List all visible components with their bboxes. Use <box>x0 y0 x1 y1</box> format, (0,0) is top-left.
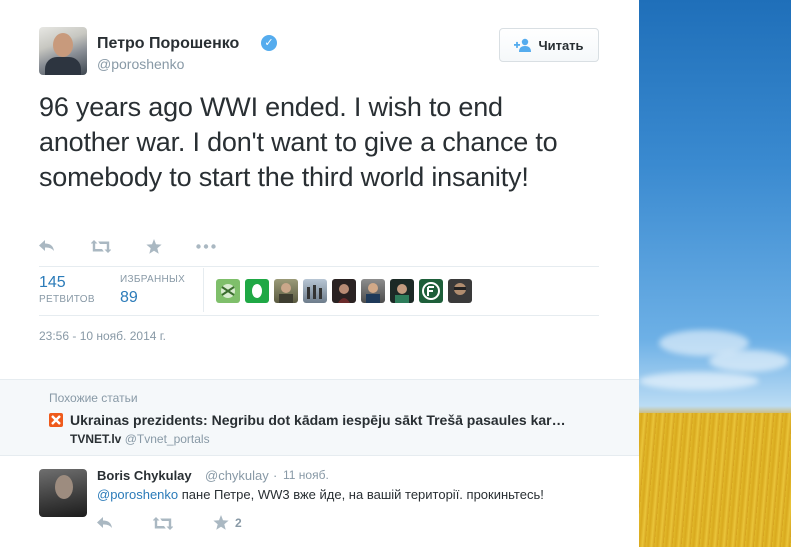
author-name[interactable]: Петро Порошенко <box>97 35 239 53</box>
favoriter-avatar[interactable] <box>448 279 472 303</box>
tweet-timestamp[interactable]: 23:56 - 10 нояб. 2014 г. <box>39 329 166 343</box>
cloud <box>639 372 759 390</box>
tweet-panel: Петро Порошенко ✓ @poroshenko Читать 96 … <box>0 0 639 547</box>
favoriter-avatar[interactable] <box>332 279 356 303</box>
reply-separator: · <box>273 468 278 483</box>
avatar-face <box>53 33 73 57</box>
cloud <box>709 350 789 372</box>
related-source-handle: @Tvnet_portals <box>124 432 210 446</box>
reply-text: @poroshenko пане Петре, WW3 вже йде, на … <box>97 487 544 502</box>
reply-time[interactable]: 11 нояб. <box>283 468 329 482</box>
favoriter-avatar[interactable] <box>419 279 443 303</box>
avatar-face <box>55 475 73 499</box>
related-source-site: TVNET.lv <box>70 432 122 446</box>
reply-favorite-count[interactable]: 2 <box>235 516 242 530</box>
favorite-icon[interactable] <box>213 515 229 530</box>
reply-author-avatar[interactable] <box>39 469 87 517</box>
add-user-icon <box>514 38 532 52</box>
related-article-title[interactable]: Ukrainas prezidents: Negribu dot kādam i… <box>70 412 566 428</box>
favorite-count[interactable]: 89 <box>120 289 138 307</box>
favorite-icon[interactable] <box>146 238 196 254</box>
favoriter-avatar[interactable] <box>274 279 298 303</box>
divider <box>39 266 599 267</box>
more-icon[interactable] <box>196 243 216 249</box>
favoriter-avatar[interactable] <box>245 279 269 303</box>
favorite-label[interactable]: ИЗБРАННЫХ <box>120 274 185 285</box>
related-article-source[interactable]: TVNET.lv @Tvnet_portals <box>70 432 210 446</box>
favoriter-avatar[interactable] <box>361 279 385 303</box>
favoriter-avatar[interactable] <box>216 279 240 303</box>
tvnet-logo-icon <box>49 413 63 427</box>
divider <box>0 379 639 380</box>
retweet-icon[interactable] <box>91 239 146 253</box>
reply-body: пане Петре, WW3 вже йде, на вашій терито… <box>178 487 544 502</box>
reply-author-handle[interactable]: @chykulay <box>205 468 269 483</box>
reply-icon[interactable] <box>97 517 113 529</box>
retweet-label[interactable]: РЕТВИТОВ <box>39 294 95 305</box>
retweet-count[interactable]: 145 <box>39 274 66 292</box>
tweet-text: 96 years ago WWI ended. I wish to end an… <box>39 92 558 192</box>
reply-author-name[interactable]: Boris Chykulay <box>97 468 192 483</box>
favoriter-avatar[interactable] <box>303 279 327 303</box>
divider <box>39 315 599 316</box>
author-handle[interactable]: @poroshenko <box>97 56 184 72</box>
reply-icon[interactable] <box>39 240 91 252</box>
wheat-field <box>639 413 791 547</box>
verified-badge-icon: ✓ <box>261 35 277 51</box>
stats-separator <box>203 268 204 312</box>
avatar-body <box>45 57 81 75</box>
background-image <box>639 0 791 547</box>
tweet-actions <box>39 236 216 256</box>
retweet-icon[interactable] <box>153 517 173 530</box>
reply-mention-link[interactable]: @poroshenko <box>97 487 178 502</box>
favoriter-avatar[interactable] <box>390 279 414 303</box>
author-avatar[interactable] <box>39 27 87 75</box>
divider <box>0 455 639 456</box>
follow-button-label: Читать <box>538 37 584 53</box>
related-header: Похожие статьи <box>49 391 138 405</box>
follow-button[interactable]: Читать <box>499 28 599 62</box>
